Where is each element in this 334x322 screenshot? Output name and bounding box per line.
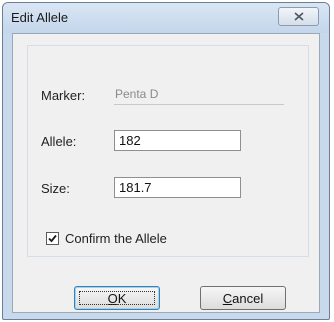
check-icon — [48, 234, 57, 243]
allele-group-box — [27, 45, 309, 257]
confirm-allele-label[interactable]: Confirm the Allele — [65, 231, 167, 246]
cancel-button[interactable]: Cancel — [200, 286, 286, 310]
focus-ring — [79, 291, 155, 305]
dialog-client-area: Marker: Penta D Allele: 182 Size: 181.7 … — [12, 33, 320, 313]
cancel-label-rest: ancel — [232, 290, 264, 306]
dialog-title: Edit Allele — [11, 10, 69, 25]
marker-field: Penta D — [114, 84, 284, 105]
size-input[interactable]: 181.7 — [114, 177, 241, 198]
cancel-button-label: Cancel — [223, 291, 263, 306]
close-button[interactable] — [278, 7, 319, 26]
size-label: Size: — [41, 181, 70, 196]
close-icon — [293, 12, 304, 21]
edit-allele-dialog: Edit Allele Marker: Penta D Allele: 182 … — [2, 2, 330, 320]
title-bar: Edit Allele — [3, 3, 329, 33]
confirm-allele-checkbox[interactable] — [46, 232, 59, 245]
ok-button[interactable]: OK — [74, 286, 160, 310]
allele-input[interactable]: 182 — [114, 130, 241, 151]
cancel-mnemonic: C — [222, 290, 233, 306]
allele-label: Allele: — [41, 134, 77, 149]
marker-label: Marker: — [41, 88, 86, 103]
